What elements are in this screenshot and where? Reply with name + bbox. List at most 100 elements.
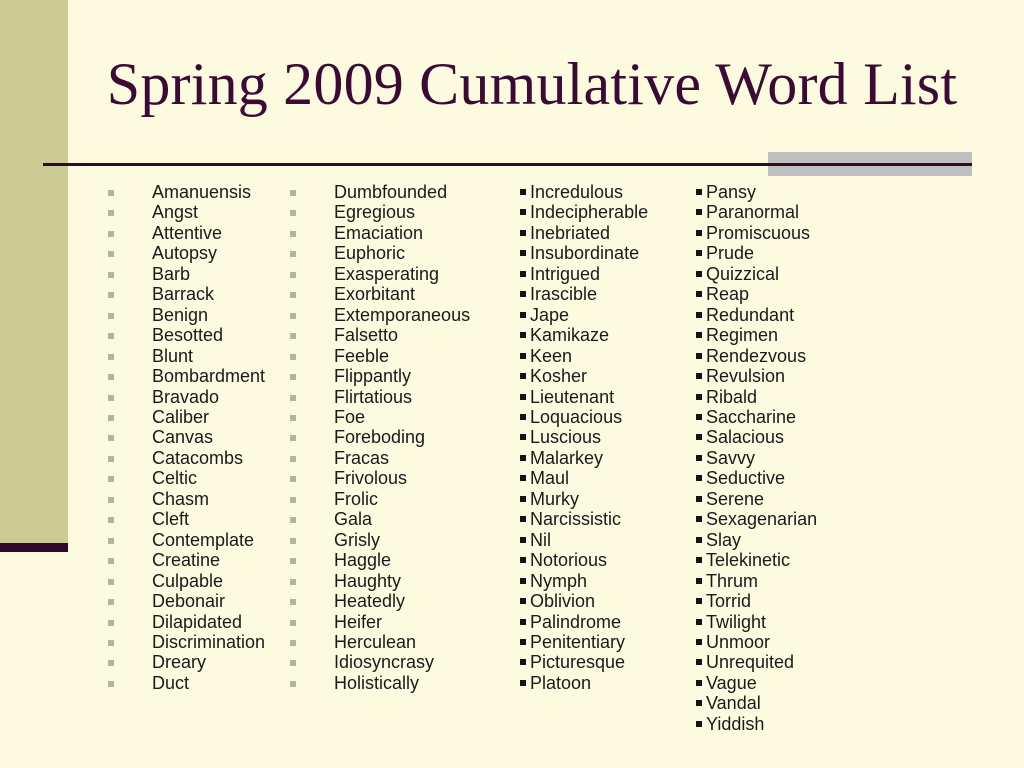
word-list-item: Nymph xyxy=(520,571,695,591)
square-bullet-icon xyxy=(520,577,526,584)
square-bullet-icon xyxy=(520,291,526,298)
square-bullet-icon xyxy=(520,454,526,461)
square-bullet-icon xyxy=(290,578,296,585)
word-label: Flippantly xyxy=(334,366,412,387)
square-bullet-icon xyxy=(108,353,114,360)
word-list-item: Debonair xyxy=(108,591,288,611)
word-label: Fracas xyxy=(334,447,390,468)
square-bullet-icon xyxy=(108,680,114,687)
square-bullet-icon xyxy=(108,558,114,565)
word-label: Foreboding xyxy=(334,427,426,448)
word-list-item: Vandal xyxy=(696,693,871,713)
square-bullet-icon xyxy=(520,209,526,216)
word-list-item: Euphoric xyxy=(290,243,505,263)
word-label: Unrequited xyxy=(706,652,795,673)
word-label: Discrimination xyxy=(152,631,266,652)
word-list-item: Indecipherable xyxy=(520,202,695,222)
square-bullet-icon xyxy=(520,536,526,543)
word-label: Duct xyxy=(152,672,190,693)
square-bullet-icon xyxy=(108,435,114,442)
word-columns: Amanuensis Angst Attentive Autopsy Barb Barra… xyxy=(0,182,1024,762)
word-list-item: Rendezvous xyxy=(696,346,871,366)
word-list-item: Paranormal xyxy=(696,202,871,222)
square-bullet-icon xyxy=(290,374,296,381)
word-list-2: Dumbfounded Egregious Emaciation Euphoric Ex… xyxy=(290,182,505,693)
word-label: Loquacious xyxy=(530,406,623,427)
word-label: Palindrome xyxy=(530,611,622,632)
square-bullet-icon xyxy=(290,455,296,462)
word-list-item: Falsetto xyxy=(290,325,505,345)
square-bullet-icon xyxy=(696,434,702,441)
square-bullet-icon xyxy=(290,476,296,483)
square-bullet-icon xyxy=(290,639,296,646)
word-label: Seductive xyxy=(706,468,786,489)
square-bullet-icon xyxy=(696,495,702,502)
word-label: Amanuensis xyxy=(152,182,252,202)
word-label: Canvas xyxy=(152,427,214,448)
square-bullet-icon xyxy=(520,413,526,420)
square-bullet-icon xyxy=(696,291,702,298)
word-label: Heatedly xyxy=(334,591,406,612)
word-list-item: Chasm xyxy=(108,489,288,509)
word-label: Nymph xyxy=(530,570,588,591)
word-list-item: Idiosyncrasy xyxy=(290,652,505,672)
word-label: Luscious xyxy=(530,427,602,448)
word-list-item: Intrigued xyxy=(520,264,695,284)
square-bullet-icon xyxy=(108,414,114,421)
word-list-item: Haughty xyxy=(290,571,505,591)
word-list-item: Gala xyxy=(290,509,505,529)
word-label: Narcissistic xyxy=(530,509,622,530)
square-bullet-icon xyxy=(520,332,526,339)
word-label: Culpable xyxy=(152,570,224,591)
word-label: Caliber xyxy=(152,406,210,427)
word-list-4: Pansy Paranormal Promiscuous Prude Quizzical… xyxy=(696,182,871,734)
square-bullet-icon xyxy=(108,455,114,462)
word-list-item: Luscious xyxy=(520,427,695,447)
word-label: Exasperating xyxy=(334,263,440,284)
word-list-item: Irascible xyxy=(520,284,695,304)
word-label: Serene xyxy=(706,488,765,509)
word-column-3: Incredulous Indecipherable Inebriated Insub… xyxy=(520,182,695,693)
square-bullet-icon xyxy=(290,537,296,544)
word-list-item: Emaciation xyxy=(290,223,505,243)
word-label: Barrack xyxy=(152,284,215,305)
square-bullet-icon xyxy=(290,230,296,237)
word-label: Unmoor xyxy=(706,631,771,652)
word-list-item: Lieutenant xyxy=(520,387,695,407)
square-bullet-icon xyxy=(520,557,526,564)
word-list-item: Exasperating xyxy=(290,264,505,284)
square-bullet-icon xyxy=(520,638,526,645)
word-list-item: Heifer xyxy=(290,612,505,632)
square-bullet-icon xyxy=(696,332,702,339)
word-list-item: Besotted xyxy=(108,325,288,345)
word-list-item: Vague xyxy=(696,673,871,693)
word-list-item: Malarkey xyxy=(520,448,695,468)
word-list-item: Telekinetic xyxy=(696,550,871,570)
word-label: Yiddish xyxy=(706,713,765,734)
square-bullet-icon xyxy=(696,659,702,666)
word-label: Falsetto xyxy=(334,325,399,346)
word-label: Slay xyxy=(706,529,742,550)
word-label: Contemplate xyxy=(152,529,255,550)
square-bullet-icon xyxy=(696,516,702,523)
square-bullet-icon xyxy=(520,352,526,359)
square-bullet-icon xyxy=(290,680,296,687)
word-label: Angst xyxy=(152,202,199,223)
word-list-item: Sexagenarian xyxy=(696,509,871,529)
word-list-item: Unmoor xyxy=(696,632,871,652)
word-label: Cleft xyxy=(152,509,190,530)
word-label: Egregious xyxy=(334,202,416,223)
word-list-item: Yiddish xyxy=(696,714,871,734)
word-list-item: Thrum xyxy=(696,571,871,591)
word-list-item: Barb xyxy=(108,264,288,284)
word-label: Paranormal xyxy=(706,202,800,223)
word-list-item: Picturesque xyxy=(520,652,695,672)
word-list-item: Salacious xyxy=(696,427,871,447)
word-label: Saccharine xyxy=(706,406,797,427)
word-list-item: Maul xyxy=(520,468,695,488)
word-label: Vague xyxy=(706,672,757,693)
square-bullet-icon xyxy=(520,393,526,400)
word-label: Regimen xyxy=(706,325,779,346)
word-label: Lieutenant xyxy=(530,386,615,407)
word-label: Ribald xyxy=(706,386,758,407)
